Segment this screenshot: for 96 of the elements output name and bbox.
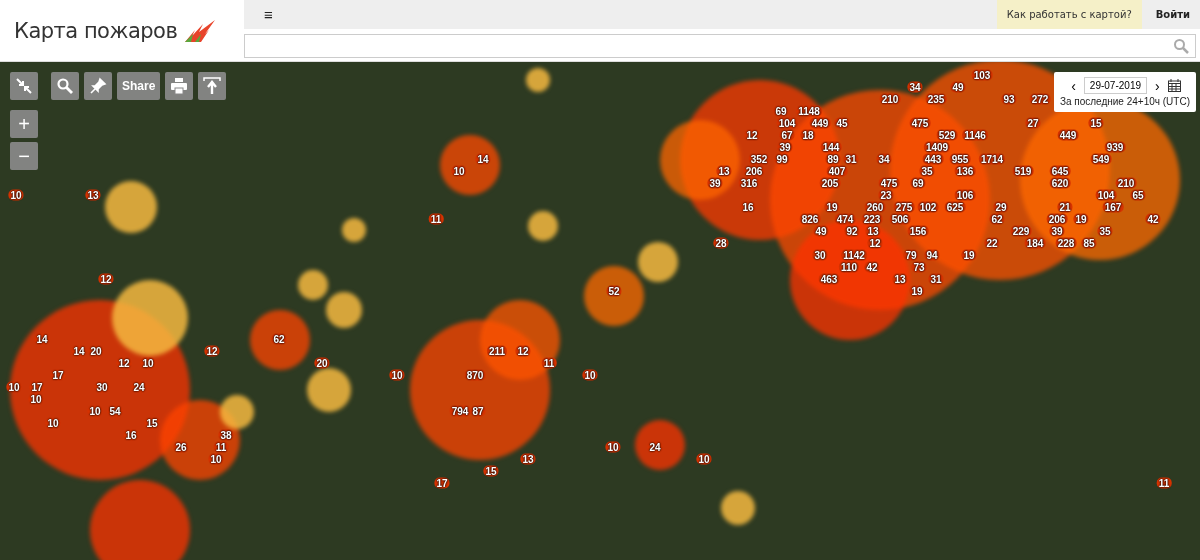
fire-cluster-marker[interactable]: 10 — [6, 381, 22, 393]
fire-cluster-marker[interactable]: 16 — [123, 429, 139, 441]
fire-cluster-marker[interactable]: 11 — [1156, 477, 1172, 489]
fire-cluster-marker[interactable]: 144 — [820, 141, 842, 153]
fire-cluster-marker[interactable]: 12 — [515, 345, 531, 357]
print-button[interactable] — [165, 72, 194, 100]
previous-day-button[interactable]: ‹ — [1069, 77, 1078, 94]
fire-cluster-marker[interactable]: 10 — [208, 453, 224, 465]
fire-cluster-marker[interactable]: 156 — [907, 225, 929, 237]
fire-cluster-marker[interactable]: 10 — [8, 189, 24, 201]
fire-cluster-marker[interactable]: 1409 — [923, 141, 951, 153]
fire-cluster-marker[interactable]: 1714 — [978, 153, 1006, 165]
period-label: За последние 24+10ч (UTC) — [1059, 96, 1190, 107]
fire-cluster-marker[interactable]: 73 — [911, 261, 927, 273]
fire-cluster-marker[interactable]: 184 — [1024, 237, 1046, 249]
next-day-button[interactable]: › — [1153, 77, 1162, 94]
pin-button[interactable] — [84, 72, 112, 100]
fire-cluster-marker[interactable]: 14 — [34, 333, 50, 345]
fire-cluster-marker[interactable]: 18 — [800, 129, 816, 141]
fire-cluster-marker[interactable]: 16 — [740, 201, 756, 213]
fire-cluster-marker[interactable]: 110 — [838, 261, 860, 273]
fire-cluster-marker[interactable]: 12 — [867, 237, 883, 249]
fire-cluster-marker[interactable]: 31 — [843, 153, 859, 165]
fire-cluster-marker[interactable]: 13 — [85, 189, 101, 201]
fire-cluster-marker[interactable]: 17 — [50, 369, 66, 381]
fire-cluster-marker[interactable]: 1146 — [962, 129, 988, 141]
fire-cluster-marker[interactable]: 10 — [28, 393, 44, 405]
fire-cluster-marker[interactable]: 79 — [903, 249, 919, 261]
fire-cluster-marker[interactable]: 1148 — [796, 105, 822, 117]
pushpin-icon — [89, 77, 107, 95]
fire-cluster-marker[interactable]: 10 — [582, 369, 598, 381]
fire-cluster-marker[interactable]: 11 — [428, 213, 444, 225]
fire-cluster-marker[interactable]: 11 — [213, 441, 229, 453]
fire-cluster-marker[interactable]: 19 — [1073, 213, 1089, 225]
search-icon — [56, 77, 74, 95]
fire-cluster-marker[interactable]: 15 — [1088, 117, 1104, 129]
fire-cluster-marker[interactable]: 13 — [716, 165, 732, 177]
date-field[interactable]: 29-07-2019 — [1083, 77, 1147, 94]
printer-icon — [170, 77, 189, 95]
fire-cluster-marker[interactable]: 31 — [928, 273, 944, 285]
fire-cluster-marker[interactable]: 104 — [776, 117, 798, 129]
fire-map-drawing[interactable] — [0, 62, 1200, 560]
fire-cluster-marker[interactable]: 10 — [696, 453, 712, 465]
fire-cluster-marker[interactable]: 12 — [744, 129, 760, 141]
fire-cluster-marker[interactable]: 10 — [140, 357, 156, 369]
fire-cluster-marker[interactable]: 14 — [475, 153, 491, 165]
flame-logo-icon — [183, 19, 218, 42]
zoom-in-button[interactable]: + — [10, 110, 38, 138]
fire-cluster-marker[interactable]: 211 — [486, 345, 508, 357]
export-button[interactable] — [198, 72, 227, 100]
fire-cluster-marker[interactable]: 21 — [1057, 201, 1073, 213]
fire-cluster-marker[interactable]: 15 — [483, 465, 499, 477]
site-logo-text[interactable]: Карта пожаров — [14, 18, 178, 43]
share-button[interactable]: Share — [117, 72, 161, 100]
fire-cluster-marker[interactable]: 67 — [779, 129, 795, 141]
fire-cluster-marker[interactable]: 1142 — [841, 249, 867, 261]
fire-cluster-marker[interactable]: 12 — [204, 345, 220, 357]
collapse-arrows-icon — [15, 77, 33, 95]
fire-cluster-marker[interactable]: 15 — [144, 417, 160, 429]
fire-cluster-marker[interactable]: 12 — [98, 273, 114, 285]
fire-cluster-marker[interactable]: 407 — [826, 165, 848, 177]
search-button[interactable] — [51, 72, 79, 100]
fire-cluster-marker[interactable]: 10 — [45, 417, 61, 429]
fire-cluster-marker[interactable]: 17 — [434, 477, 450, 489]
fire-cluster-marker[interactable]: 13 — [520, 453, 536, 465]
fire-cluster-marker[interactable]: 103 — [971, 69, 993, 81]
fire-cluster-marker[interactable]: 10 — [389, 369, 405, 381]
search-field[interactable] — [244, 34, 1196, 58]
fire-cluster-marker[interactable]: 17 — [29, 381, 45, 393]
fire-cluster-marker[interactable]: 87 — [470, 405, 486, 417]
fire-cluster-marker[interactable]: 19 — [909, 285, 925, 297]
help-link[interactable]: Как работать с картой? — [996, 0, 1142, 29]
fire-cluster-marker[interactable]: 106 — [954, 189, 976, 201]
fire-cluster-marker[interactable]: 19 — [961, 249, 977, 261]
fire-cluster-marker[interactable]: 13 — [892, 273, 908, 285]
fire-cluster-marker[interactable]: 167 — [1102, 201, 1124, 213]
fire-cluster-marker[interactable]: 104 — [1095, 189, 1117, 201]
fire-cluster-marker[interactable]: 19 — [824, 201, 840, 213]
zoom-out-button[interactable]: − — [10, 142, 38, 170]
upload-arrow-icon — [203, 77, 222, 95]
collapse-button[interactable] — [10, 72, 38, 100]
fire-cluster-marker[interactable]: 136 — [954, 165, 976, 177]
menu-button[interactable]: ≡ — [244, 6, 293, 23]
fire-cluster-marker[interactable]: 10 — [451, 165, 467, 177]
fire-cluster-marker[interactable]: 10 — [87, 405, 103, 417]
fire-cluster-marker[interactable]: 10 — [605, 441, 621, 453]
fire-cluster-marker[interactable]: 794 — [449, 405, 471, 417]
fire-cluster-marker[interactable]: 11 — [541, 357, 557, 369]
fire-cluster-marker[interactable]: 102 — [917, 201, 939, 213]
fire-cluster-marker[interactable]: 12 — [116, 357, 132, 369]
login-link[interactable]: Войти — [1141, 9, 1200, 20]
search-icon — [1173, 38, 1189, 54]
calendar-icon[interactable] — [1167, 79, 1181, 92]
fire-cluster-marker[interactable]: 14 — [71, 345, 87, 357]
fire-cluster-marker[interactable]: 27 — [1025, 117, 1041, 129]
fire-cluster-marker[interactable]: 13 — [865, 225, 881, 237]
